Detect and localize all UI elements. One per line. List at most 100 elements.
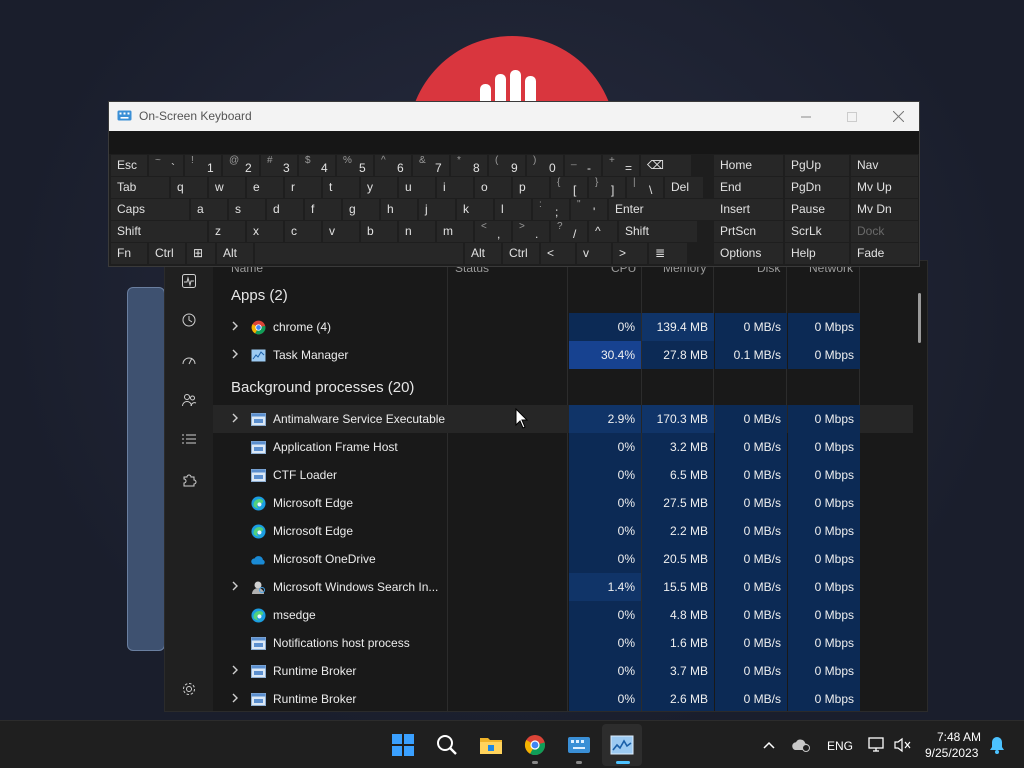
task-manager-taskbar-icon[interactable] [608, 731, 636, 759]
key[interactable]: ≣ [649, 243, 687, 264]
key[interactable]: ⊞ [187, 243, 215, 264]
key[interactable]: @2 [223, 155, 259, 176]
key[interactable]: {[ [551, 177, 587, 198]
key[interactable]: Caps [111, 199, 189, 220]
key[interactable]: b [361, 221, 397, 242]
process-row[interactable]: Microsoft Windows Search In... 1.4% 15.5 M… [213, 573, 913, 601]
key[interactable]: k [457, 199, 493, 220]
process-row[interactable]: Task Manager 30.4% 27.8 MB 0.1 MB/s 0 Mbps [213, 341, 913, 369]
key[interactable]: Home [714, 155, 783, 176]
key[interactable]: Shift [619, 221, 697, 242]
key[interactable]: (9 [489, 155, 525, 176]
key[interactable]: ⌫ [641, 155, 691, 176]
key[interactable]: v [577, 243, 611, 264]
key[interactable]: a [191, 199, 227, 220]
key[interactable]: Alt [217, 243, 253, 264]
key[interactable]: i [437, 177, 473, 198]
key[interactable]: " ' [571, 199, 607, 220]
key[interactable]: Del [665, 177, 703, 198]
performance-icon[interactable] [177, 269, 201, 293]
app-history-icon[interactable] [177, 308, 201, 332]
key[interactable]: Alt [465, 243, 501, 264]
key[interactable]: Fn [111, 243, 147, 264]
clock-date[interactable]: 9/25/2023 [925, 746, 978, 760]
key[interactable]: v [323, 221, 359, 242]
osk-title-bar[interactable]: On-Screen Keyboard [109, 102, 919, 131]
group-header[interactable]: Background processes (20) [231, 379, 414, 396]
key[interactable]: ^ 6 [375, 155, 411, 176]
network-monitor-icon[interactable] [863, 731, 891, 759]
key[interactable]: Shift [111, 221, 207, 242]
process-row[interactable]: Microsoft OneDrive 0% 20.5 MB 0 MB/s 0 Mbps [213, 545, 913, 573]
key[interactable]: <, [475, 221, 511, 242]
key[interactable]: m [437, 221, 473, 242]
key[interactable]: q [171, 177, 207, 198]
background-window[interactable] [127, 287, 165, 651]
key[interactable]: w [209, 177, 245, 198]
expand-chevron-icon[interactable] [231, 320, 241, 334]
key[interactable]: f [305, 199, 341, 220]
key[interactable]: Fade [851, 243, 918, 264]
process-row[interactable]: msedge 0% 4.8 MB 0 MB/s 0 Mbps [213, 601, 913, 629]
key[interactable]: }] [589, 177, 625, 198]
services-icon[interactable] [177, 468, 201, 492]
process-row[interactable]: Runtime Broker 0% 2.6 MB 0 MB/s 0 Mbps [213, 685, 913, 711]
key[interactable]: < [541, 243, 575, 264]
expand-chevron-icon[interactable] [231, 692, 241, 706]
key[interactable]: End [714, 177, 783, 198]
key[interactable]: Insert [714, 199, 783, 220]
key[interactable]: :; [533, 199, 569, 220]
process-row[interactable]: Antimalware Service Executable 2.9% 170.3 … [213, 405, 913, 433]
key[interactable]: & 7 [413, 155, 449, 176]
details-icon[interactable] [177, 428, 201, 452]
key[interactable]: c [285, 221, 321, 242]
key[interactable]: z [209, 221, 245, 242]
key[interactable]: s [229, 199, 265, 220]
key[interactable]: e [247, 177, 283, 198]
key[interactable]: Dock [851, 221, 918, 242]
key[interactable]: % 5 [337, 155, 373, 176]
key[interactable]: t [323, 177, 359, 198]
on-screen-keyboard-taskbar-icon[interactable] [565, 731, 593, 759]
key[interactable]: n [399, 221, 435, 242]
key[interactable]: u [399, 177, 435, 198]
key[interactable]: r [285, 177, 321, 198]
notification-bell-icon[interactable] [983, 731, 1011, 759]
maximize-button[interactable] [837, 105, 867, 129]
key[interactable]: h [381, 199, 417, 220]
show-hidden-icons-chevron-icon[interactable] [755, 731, 783, 759]
task-manager-window[interactable]: Name Status CPU Memory Disk Network Apps… [164, 260, 928, 712]
search-icon[interactable] [433, 731, 461, 759]
settings-gear-icon[interactable] [177, 677, 201, 701]
key[interactable]: ^ [589, 221, 617, 242]
key[interactable]: y [361, 177, 397, 198]
clock-time[interactable]: 7:48 AM [937, 730, 981, 744]
process-row[interactable]: Microsoft Edge 0% 27.5 MB 0 MB/s 0 Mbps [213, 489, 913, 517]
key[interactable]: > [613, 243, 647, 264]
on-screen-keyboard-window[interactable]: On-Screen Keyboard Esc ~ `! 1 @2 #3 $4% 5 ^ 6 & 7 * 8… [108, 101, 920, 267]
scrollbar-thumb[interactable] [918, 293, 921, 343]
expand-chevron-icon[interactable] [231, 412, 241, 426]
key[interactable]: Ctrl [503, 243, 539, 264]
key[interactable]: ~ ` [149, 155, 183, 176]
key[interactable]: d [267, 199, 303, 220]
key[interactable]: Help [785, 243, 849, 264]
key[interactable]: Tab [111, 177, 169, 198]
key[interactable]: PgDn [785, 177, 849, 198]
process-row[interactable]: Runtime Broker 0% 3.7 MB 0 MB/s 0 Mbps [213, 657, 913, 685]
key[interactable]: _ - [565, 155, 601, 176]
expand-chevron-icon[interactable] [231, 664, 241, 678]
language-indicator[interactable]: ENG [827, 739, 853, 753]
key[interactable]: Esc [111, 155, 147, 176]
key[interactable]: l [495, 199, 531, 220]
key[interactable]: PrtScn [714, 221, 783, 242]
process-row[interactable]: chrome (4) 0% 139.4 MB 0 MB/s 0 Mbps [213, 313, 913, 341]
expand-chevron-icon[interactable] [231, 348, 241, 362]
key[interactable]: >. [513, 221, 549, 242]
process-row[interactable]: Application Frame Host 0% 3.2 MB 0 MB/s 0 Mb… [213, 433, 913, 461]
key[interactable]: Options [714, 243, 783, 264]
startup-apps-icon[interactable] [177, 348, 201, 372]
key[interactable]: Mv Dn [851, 199, 918, 220]
expand-chevron-icon[interactable] [231, 580, 241, 594]
chrome-icon[interactable] [521, 731, 549, 759]
